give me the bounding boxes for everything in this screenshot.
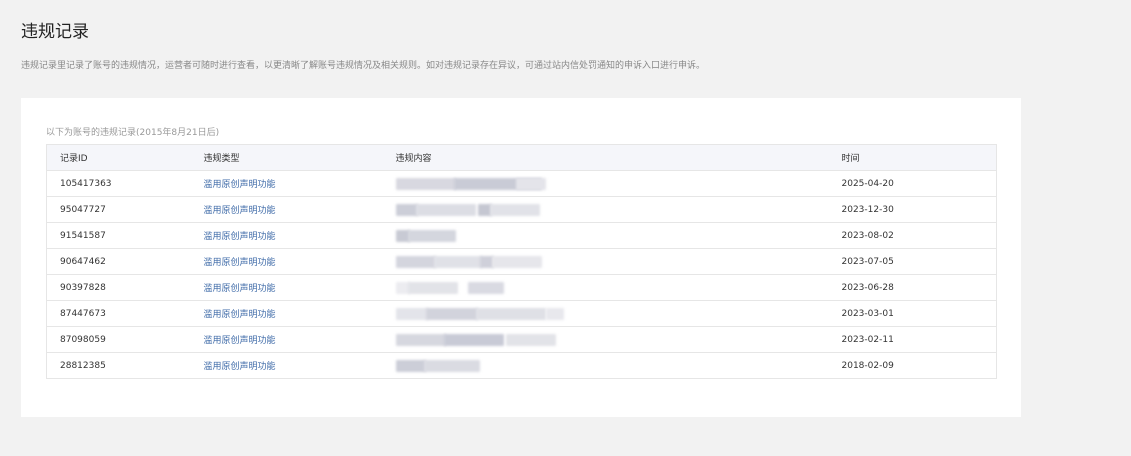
redaction-block bbox=[407, 281, 458, 294]
table-row: 87447673 滥用原创声明功能 2023-03-01 bbox=[46, 300, 997, 327]
record-id: 90647462 bbox=[46, 248, 191, 275]
redaction-block bbox=[407, 229, 456, 242]
violation-table: 记录ID 违规类型 违规内容 时间 105417363 滥用原创声明功能 2025-… bbox=[46, 144, 997, 379]
violation-content bbox=[382, 300, 829, 327]
table-row: 90397828 滥用原创声明功能 2023-06-28 bbox=[46, 274, 997, 301]
violation-type-link[interactable]: 滥用原创声明功能 bbox=[190, 248, 383, 275]
violation-type-link[interactable]: 滥用原创声明功能 bbox=[190, 300, 383, 327]
redacted-content bbox=[395, 255, 829, 269]
violation-records-card: 以下为账号的违规记录(2015年8月21日后) 记录ID 违规类型 违规内容 时… bbox=[21, 98, 1021, 417]
redaction-block bbox=[475, 307, 546, 320]
header-violation-content: 违规内容 bbox=[382, 144, 829, 171]
violation-content bbox=[382, 326, 829, 353]
header-record-id: 记录ID bbox=[46, 144, 191, 171]
redaction-block bbox=[395, 333, 446, 346]
table-header-row: 记录ID 违规类型 违规内容 时间 bbox=[46, 144, 997, 171]
redaction-block bbox=[433, 255, 482, 268]
redaction-block bbox=[395, 203, 418, 216]
redaction-block bbox=[489, 203, 540, 216]
record-id: 105417363 bbox=[46, 170, 191, 197]
violation-content bbox=[382, 352, 829, 379]
violation-content bbox=[382, 248, 829, 275]
violation-type-link[interactable]: 滥用原创声明功能 bbox=[190, 274, 383, 301]
record-id: 90397828 bbox=[46, 274, 191, 301]
violation-content bbox=[382, 222, 829, 249]
violation-type-link[interactable]: 滥用原创声明功能 bbox=[190, 170, 383, 197]
redacted-content bbox=[395, 203, 829, 217]
record-time: 2023-12-30 bbox=[828, 196, 997, 223]
redacted-content bbox=[395, 229, 829, 243]
violation-content bbox=[382, 170, 829, 197]
record-time: 2023-03-01 bbox=[828, 300, 997, 327]
table-row: 105417363 滥用原创声明功能 2025-04-20 bbox=[46, 170, 997, 197]
violation-content bbox=[382, 196, 829, 223]
record-time: 2023-06-28 bbox=[828, 274, 997, 301]
table-caption: 以下为账号的违规记录(2015年8月21日后) bbox=[46, 128, 220, 138]
violation-type-link[interactable]: 滥用原创声明功能 bbox=[190, 352, 383, 379]
violation-type-link[interactable]: 滥用原创声明功能 bbox=[190, 196, 383, 223]
violation-type-link[interactable]: 滥用原创声明功能 bbox=[190, 326, 383, 353]
redacted-content bbox=[395, 177, 829, 191]
redaction-block bbox=[395, 359, 426, 372]
table-row: 91541587 滥用原创声明功能 2023-08-02 bbox=[46, 222, 997, 249]
redaction-block bbox=[443, 333, 504, 346]
table-row: 87098059 滥用原创声明功能 2023-02-11 bbox=[46, 326, 997, 353]
redaction-block bbox=[491, 255, 542, 268]
table-row: 28812385 滥用原创声明功能 2018-02-09 bbox=[46, 352, 997, 379]
redaction-block bbox=[515, 177, 546, 190]
record-time: 2025-04-20 bbox=[828, 170, 997, 197]
record-id: 91541587 bbox=[46, 222, 191, 249]
redacted-content bbox=[395, 307, 829, 321]
header-time: 时间 bbox=[828, 144, 997, 171]
page-description: 违规记录里记录了账号的违规情况，运营者可随时进行查看，以更清晰了解账号违规情况及… bbox=[21, 61, 706, 71]
header-violation-type: 违规类型 bbox=[190, 144, 383, 171]
redaction-block bbox=[545, 307, 564, 320]
record-id: 95047727 bbox=[46, 196, 191, 223]
record-id: 28812385 bbox=[46, 352, 191, 379]
record-time: 2023-07-05 bbox=[828, 248, 997, 275]
redaction-block bbox=[505, 333, 556, 346]
page-title: 违规记录 bbox=[21, 22, 89, 42]
redaction-block bbox=[423, 359, 480, 372]
violation-content bbox=[382, 274, 829, 301]
record-id: 87447673 bbox=[46, 300, 191, 327]
record-time: 2018-02-09 bbox=[828, 352, 997, 379]
table-row: 90647462 滥用原创声明功能 2023-07-05 bbox=[46, 248, 997, 275]
violation-type-link[interactable]: 滥用原创声明功能 bbox=[190, 222, 383, 249]
redaction-block bbox=[395, 255, 436, 268]
record-time: 2023-08-02 bbox=[828, 222, 997, 249]
redaction-block bbox=[415, 203, 476, 216]
redaction-block bbox=[467, 281, 504, 294]
redaction-block bbox=[425, 307, 478, 320]
redacted-content bbox=[395, 333, 829, 347]
redacted-content bbox=[395, 359, 829, 373]
redacted-content bbox=[395, 281, 829, 295]
redaction-block bbox=[395, 177, 456, 190]
redaction-block bbox=[395, 307, 428, 320]
record-id: 87098059 bbox=[46, 326, 191, 353]
record-time: 2023-02-11 bbox=[828, 326, 997, 353]
table-row: 95047727 滥用原创声明功能 2023-12-30 bbox=[46, 196, 997, 223]
